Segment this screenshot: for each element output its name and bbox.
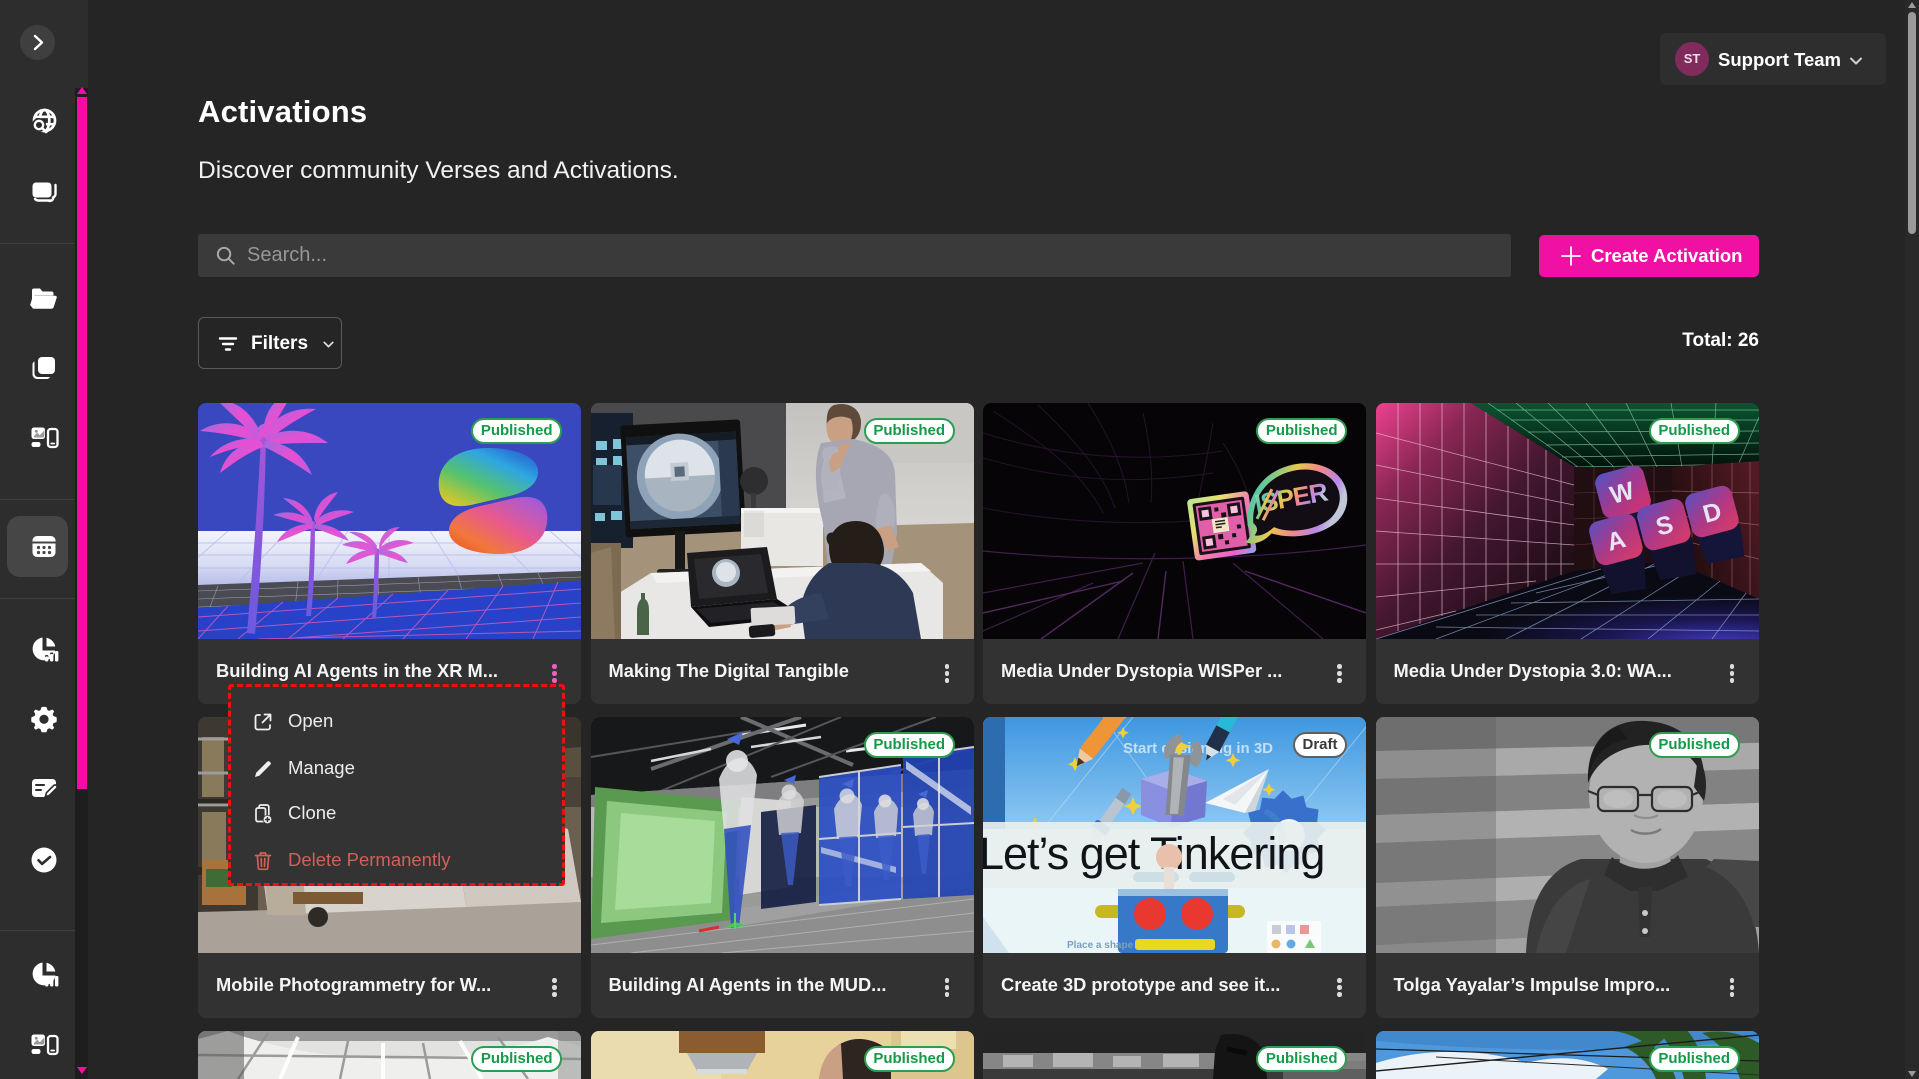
svg-text:Let’s get Tinkering: Let’s get Tinkering — [983, 828, 1324, 879]
svg-text:Place a shape: Place a shape — [1067, 940, 1134, 951]
